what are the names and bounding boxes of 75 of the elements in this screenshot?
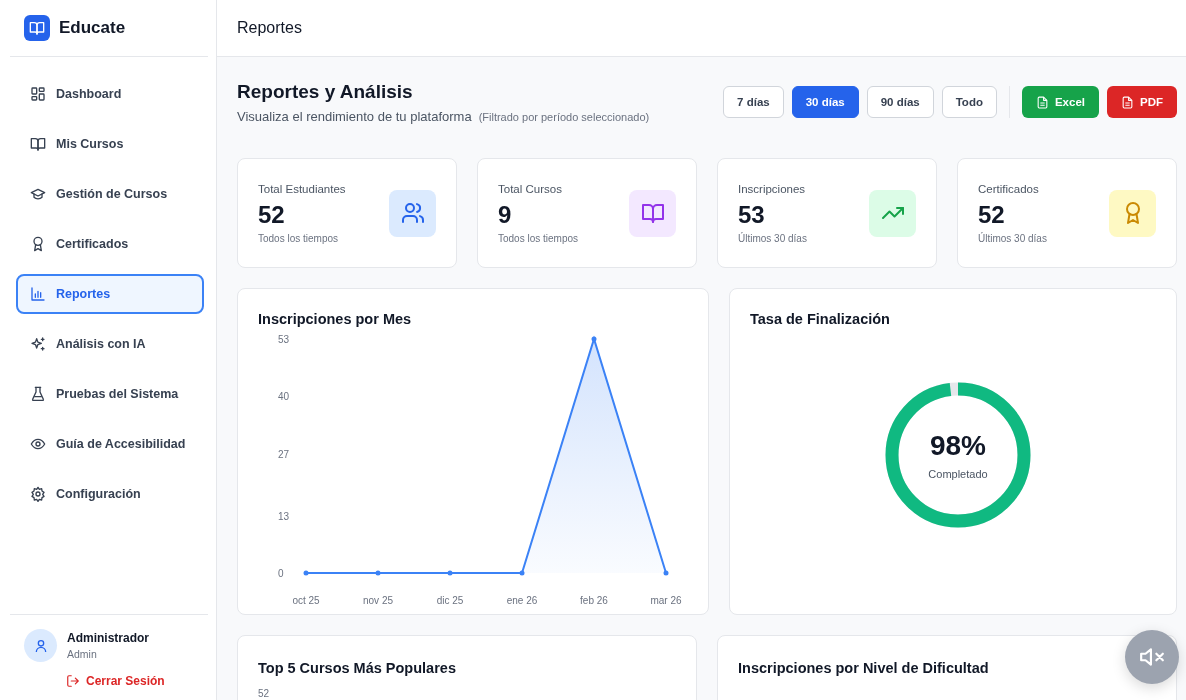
book-icon <box>640 201 665 225</box>
completion-caption: Completado <box>928 468 988 480</box>
y-tick-label: 0 <box>278 568 284 579</box>
document-icon <box>1035 95 1049 109</box>
x-tick-label: ene 26 <box>506 595 538 606</box>
flask-icon <box>30 386 46 402</box>
mute-button[interactable] <box>1125 630 1179 684</box>
data-point <box>375 570 381 576</box>
period-button[interactable]: 30 días <box>791 86 859 118</box>
y-tick-label: 52 <box>258 688 271 699</box>
stat-value: 9 <box>498 200 513 229</box>
logout-icon <box>66 674 80 688</box>
y-tick-label: 27 <box>278 448 290 460</box>
gear-icon <box>30 486 46 502</box>
nav-item[interactable]: Análisis con IA <box>16 324 204 364</box>
nav-item[interactable]: Mis Cursos <box>16 124 204 164</box>
stat-value: 52 <box>978 200 1006 229</box>
page-title: Reportes y Análisis <box>237 81 414 103</box>
nav-item[interactable]: Pruebas del Sistema <box>16 374 204 414</box>
data-point <box>447 570 453 576</box>
chart-title: Top 5 Cursos Más Populares <box>258 660 457 676</box>
stat-value: 53 <box>738 200 766 229</box>
nav-item[interactable]: Certificados <box>16 224 204 264</box>
filter-note: (Filtrado por período seleccionado) <box>478 111 650 123</box>
users-icon <box>400 201 425 225</box>
cap-icon <box>30 186 46 202</box>
book-icon <box>30 136 46 152</box>
user-role: Admin <box>67 648 98 660</box>
nav-item[interactable]: Reportes <box>16 274 204 314</box>
period-button[interactable]: Todo <box>941 86 997 118</box>
x-tick-label: nov 25 <box>363 595 393 606</box>
x-tick-label: feb 26 <box>580 595 608 606</box>
nav-item[interactable]: Dashboard <box>16 74 204 114</box>
data-point <box>663 570 669 576</box>
user-name: Administrador <box>67 631 149 645</box>
nav-item[interactable]: Configuración <box>16 474 204 514</box>
nav-item[interactable]: Gestión de Cursos <box>16 174 204 214</box>
chart-title: Inscripciones por Nivel de Dificultad <box>738 660 990 676</box>
stat-label: Total Cursos <box>498 182 563 195</box>
y-tick-label: 13 <box>278 510 290 522</box>
period-button[interactable]: 7 días <box>723 86 784 118</box>
x-tick-label: dic 25 <box>436 595 464 606</box>
export-button[interactable]: PDF <box>1107 86 1177 118</box>
stat-label: Inscripciones <box>738 182 807 195</box>
grid-icon <box>30 86 46 102</box>
period-button[interactable]: 90 días <box>866 86 934 118</box>
brand-name: Educate <box>59 18 126 38</box>
avatar <box>24 629 57 662</box>
stat-note: Todos los tiempos <box>498 232 579 244</box>
stat-note: Todos los tiempos <box>258 232 340 244</box>
page-header-title: Reportes <box>237 19 302 37</box>
y-tick-label: 53 <box>278 334 290 345</box>
chart-title: Inscripciones por Mes <box>258 311 413 327</box>
stat-value: 52 <box>258 200 286 229</box>
data-point <box>591 336 597 342</box>
y-tick-label: 40 <box>278 391 290 403</box>
stat-note: Últimos 30 días <box>978 232 1047 244</box>
logout-button[interactable]: Cerrar Sesión <box>62 672 169 690</box>
chart-title: Tasa de Finalización <box>750 311 891 327</box>
x-tick-label: oct 25 <box>292 595 320 606</box>
stat-note: Últimos 30 días <box>738 232 807 244</box>
sparkles-icon <box>30 336 46 352</box>
bars-icon <box>30 286 46 302</box>
completion-percent: 98% <box>929 430 986 462</box>
book-logo-icon <box>24 15 50 41</box>
document-icon <box>1121 95 1134 109</box>
award-icon <box>30 236 46 252</box>
x-tick-label: mar 26 <box>650 595 682 606</box>
data-point <box>303 570 309 576</box>
nav-item[interactable]: Guía de Accesibilidad <box>16 424 204 464</box>
eye-icon <box>30 436 46 452</box>
stat-label: Total Estudiantes <box>258 182 346 195</box>
data-point <box>519 570 525 576</box>
stat-label: Certificados <box>978 182 1040 195</box>
page-subtitle: Visualiza el rendimiento de tu plataforma <box>237 109 472 124</box>
